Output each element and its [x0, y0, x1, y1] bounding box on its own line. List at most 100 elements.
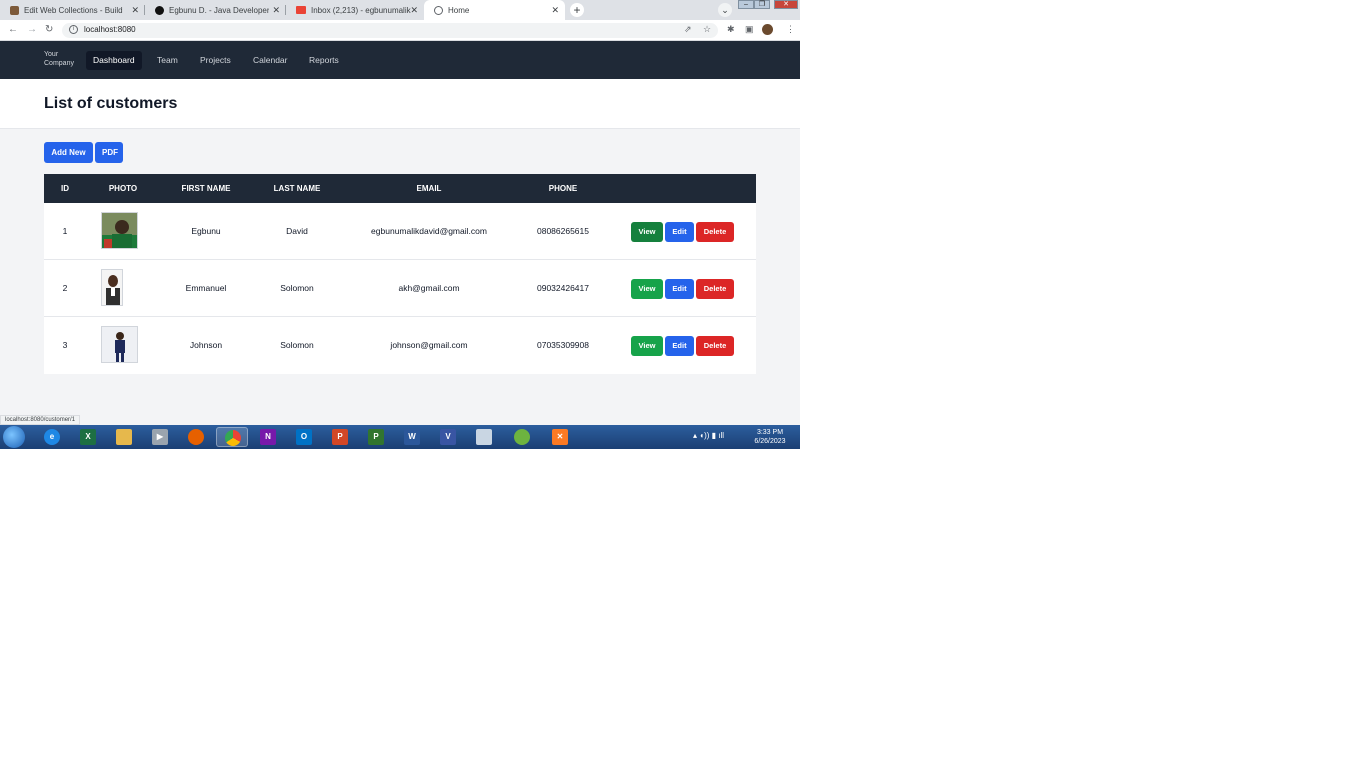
main-content: Add New PDF ID PHOTO FIRST NAME LAST NAM… [0, 129, 800, 425]
tab-title: Home [448, 5, 470, 15]
browser-toolbar: ← → ↻ i localhost:8080 ⇗ ☆ [0, 20, 800, 41]
url-text: localhost:8080 [84, 25, 136, 34]
cell-id: 2 [62, 283, 68, 293]
address-bar[interactable]: i localhost:8080 ⇗ ☆ [62, 23, 718, 38]
customer-photo [101, 269, 123, 306]
edit-button[interactable]: Edit [665, 336, 694, 356]
minimize-icon[interactable]: – [738, 0, 754, 9]
table-row: 3 Johnson Solomon johnson@gmail.com 0703… [44, 317, 756, 374]
clock-time: 3:33 PM [756, 429, 784, 436]
col-id: ID [61, 184, 69, 193]
cell-last-name: David [286, 226, 308, 236]
paint-icon[interactable] [468, 427, 500, 447]
excel-icon[interactable]: X [72, 427, 104, 447]
customer-photo [101, 326, 138, 363]
cell-email: akh@gmail.com [398, 283, 460, 293]
table-header: ID PHOTO FIRST NAME LAST NAME EMAIL PHON… [44, 174, 756, 203]
cell-first-name: Egbunu [191, 226, 221, 236]
onenote-icon[interactable]: N [252, 427, 284, 447]
xampp-icon[interactable]: ✕ [544, 427, 576, 447]
upwork-icon [155, 5, 164, 15]
profile-avatar[interactable] [762, 24, 773, 35]
add-new-button[interactable]: Add New [44, 142, 93, 163]
tab-search-icon[interactable]: ⌄ [718, 3, 732, 17]
view-button[interactable]: View [631, 222, 663, 242]
menu-kebab-icon[interactable]: ⋮ [786, 24, 795, 35]
customer-photo [101, 212, 138, 249]
app-navbar: Your Company Dashboard Team Projects Cal… [0, 41, 800, 79]
page-header: List of customers [0, 79, 800, 129]
col-phone: PHONE [548, 184, 578, 193]
edit-button[interactable]: Edit [665, 222, 694, 242]
nav-calendar[interactable]: Calendar [246, 51, 295, 70]
close-icon[interactable]: ✕ [272, 5, 280, 16]
outlook-icon[interactable]: O [288, 427, 320, 447]
cell-email: johnson@gmail.com [390, 340, 468, 350]
system-tray-icons[interactable]: ▴ ◖)) ▮ ıll [693, 431, 724, 440]
table-row: 1 Egbunu David egbunumalikdavid@gmail.co… [44, 203, 756, 260]
photo-image [102, 270, 122, 305]
windows-start-icon[interactable] [3, 426, 25, 448]
view-button[interactable]: View [631, 279, 663, 299]
view-button[interactable]: View [631, 336, 663, 356]
delete-button[interactable]: Delete [696, 279, 734, 299]
close-icon[interactable]: ✕ [131, 5, 139, 16]
page-title: List of customers [44, 95, 178, 112]
browser-tab-4[interactable]: Home ✕ [424, 0, 565, 20]
taskbar: e X ▶ N O P P W V ✕ ▴ ◖)) ▮ ıll 3:33 PM … [0, 425, 800, 449]
col-photo: PHOTO [108, 184, 138, 193]
media-icon[interactable]: ▶ [144, 427, 176, 447]
forward-icon[interactable]: → [27, 24, 37, 36]
nav-reports[interactable]: Reports [302, 51, 346, 70]
taskbar-clock[interactable]: 3:33 PM 6/26/2023 [750, 428, 790, 446]
side-panel-icon[interactable]: ▣ [745, 24, 754, 35]
back-icon[interactable]: ← [8, 24, 18, 36]
visio-icon[interactable]: V [432, 427, 464, 447]
pdf-button[interactable]: PDF [95, 142, 123, 163]
bookmark-star-icon[interactable]: ☆ [703, 24, 711, 35]
cell-first-name: Johnson [189, 340, 223, 350]
col-first-name: FIRST NAME [181, 184, 231, 193]
table-row: 2 Emmanuel Solomon akh@gmail.com 0903242… [44, 260, 756, 317]
restore-icon[interactable]: ❐ [754, 0, 770, 9]
status-bar: localhost:8080/customer/1 [0, 415, 81, 425]
tab-title: Inbox (2,213) - egbunumalik@... [311, 5, 411, 15]
powerpoint-icon[interactable]: P [324, 427, 356, 447]
nav-team[interactable]: Team [150, 51, 185, 70]
spring-icon[interactable] [506, 427, 538, 447]
cell-id: 1 [62, 226, 68, 236]
cell-phone: 08086265615 [536, 226, 590, 236]
cell-id: 3 [62, 340, 68, 350]
browser-tab-2[interactable]: Egbunu D. - Java Developer (Sp... ✕ [145, 0, 286, 20]
cell-phone: 07035309908 [536, 340, 590, 350]
tab-title: Egbunu D. - Java Developer (Sp... [169, 5, 269, 15]
delete-button[interactable]: Delete [696, 336, 734, 356]
clock-date: 6/26/2023 [754, 438, 786, 445]
site-info-icon[interactable]: i [69, 25, 78, 34]
window-close-icon[interactable]: ✕ [774, 0, 798, 9]
project-icon[interactable]: P [360, 427, 392, 447]
nav-dashboard[interactable]: Dashboard [86, 51, 142, 70]
customers-table: ID PHOTO FIRST NAME LAST NAME EMAIL PHON… [44, 174, 756, 374]
share-icon[interactable]: ⇗ [684, 24, 692, 35]
browser-tab-1[interactable]: Edit Web Collections - Build Fr... ✕ [0, 0, 145, 20]
chrome-icon[interactable] [216, 427, 248, 447]
reload-icon[interactable]: ↻ [45, 24, 53, 36]
delete-button[interactable]: Delete [696, 222, 734, 242]
ie-icon[interactable]: e [36, 427, 68, 447]
close-icon[interactable]: ✕ [551, 5, 559, 16]
cell-last-name: Solomon [280, 340, 314, 350]
new-tab-button[interactable]: + [570, 3, 584, 17]
edit-button[interactable]: Edit [665, 279, 694, 299]
close-icon[interactable]: ✕ [410, 5, 418, 16]
cell-phone: 09032426417 [536, 283, 590, 293]
browser-tabstrip: Edit Web Collections - Build Fr... ✕ Egb… [0, 0, 800, 20]
gmail-icon [296, 6, 306, 14]
nav-projects[interactable]: Projects [193, 51, 238, 70]
explorer-icon[interactable] [108, 427, 140, 447]
browser-tab-3[interactable]: Inbox (2,213) - egbunumalik@... ✕ [286, 0, 424, 20]
company-logo: Your Company [44, 51, 74, 67]
extensions-icon[interactable]: ✱ [727, 24, 735, 35]
firefox-icon[interactable] [180, 427, 212, 447]
word-icon[interactable]: W [396, 427, 428, 447]
